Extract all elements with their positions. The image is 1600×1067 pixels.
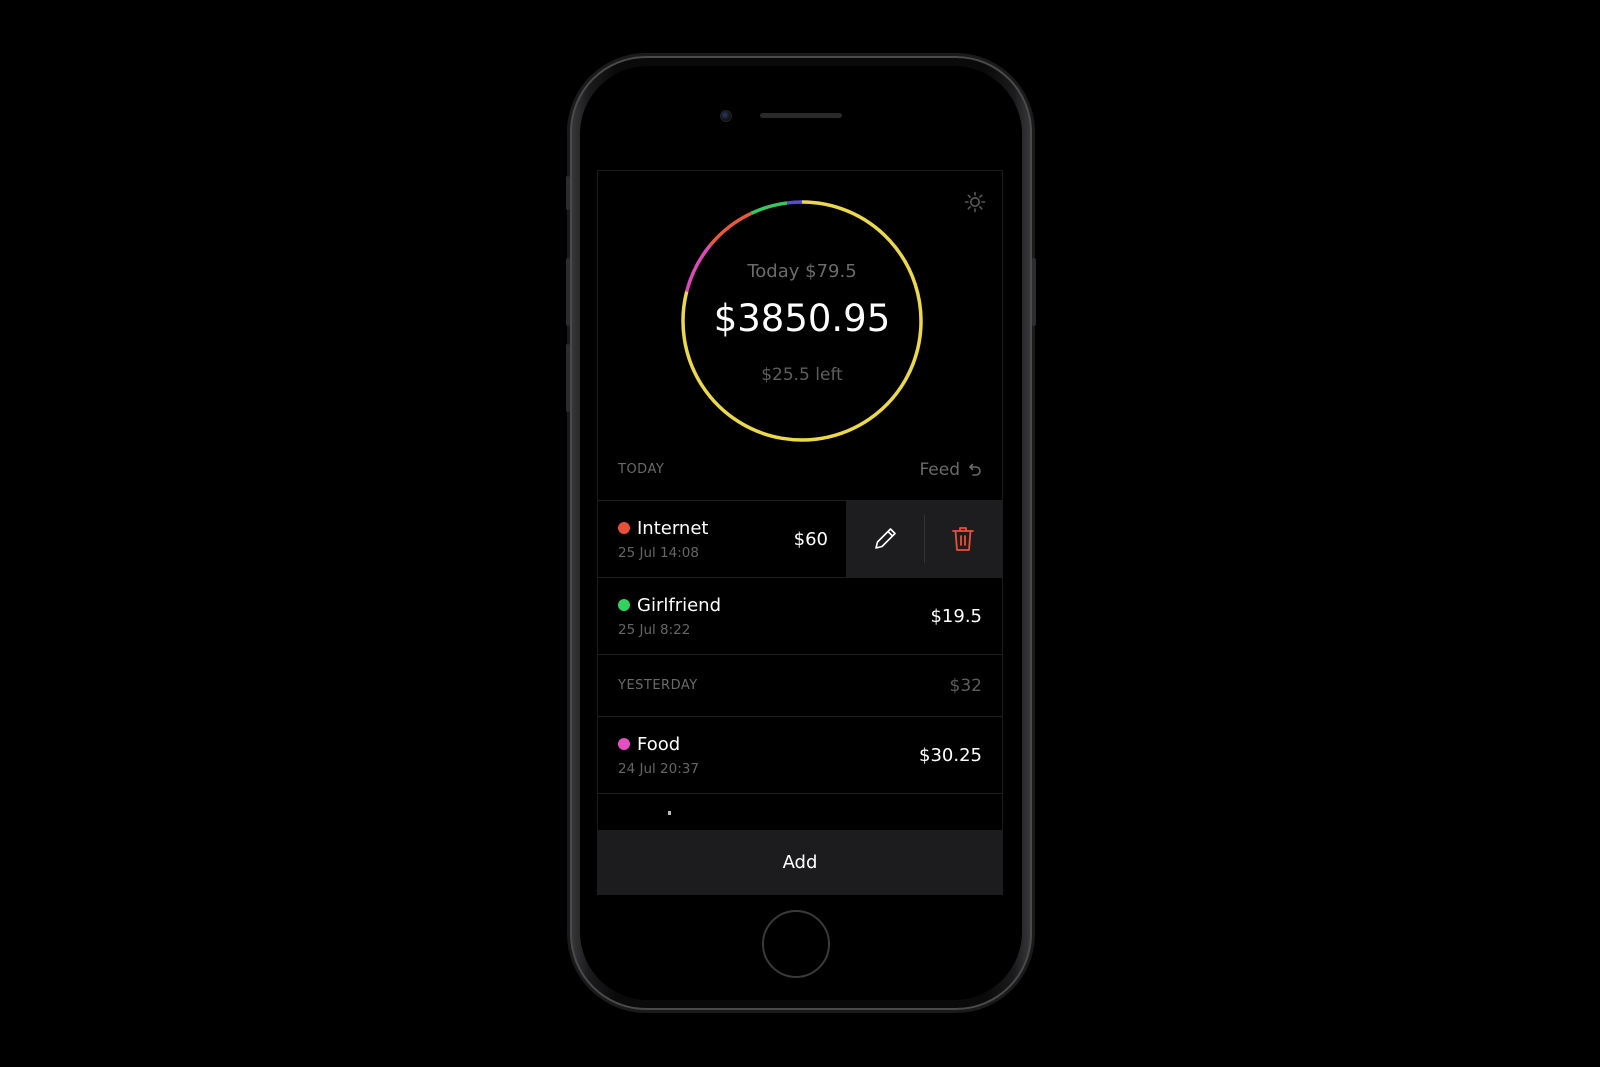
- ring-segment: [750, 201, 788, 215]
- feed-button[interactable]: Feed: [919, 460, 982, 480]
- section-total-yesterday: $32: [949, 675, 982, 696]
- expense-row-girlfriend[interactable]: Girlfriend 25 Jul 8:22 $19.5: [598, 578, 1002, 655]
- partial-row-glyph: [668, 811, 671, 815]
- expense-row-internet[interactable]: Internet 25 Jul 14:08 $60: [598, 501, 1002, 578]
- app-screen: Today $79.5 $3850.95 $25.5 left TODAY Fe…: [597, 170, 1003, 895]
- expense-amount: $19.5: [930, 605, 982, 627]
- earpiece-speaker: [760, 113, 842, 118]
- expense-date: 25 Jul 14:08: [618, 544, 699, 561]
- ring-segment: [786, 200, 803, 205]
- section-header-yesterday: YESTERDAY $32: [598, 655, 1002, 717]
- expense-name-label: Internet: [637, 517, 709, 539]
- ring-segment: [708, 211, 753, 247]
- edit-button[interactable]: [846, 501, 924, 577]
- add-button-label: Add: [782, 851, 818, 873]
- category-color-dot: [618, 522, 630, 534]
- expense-info: Internet 25 Jul 14:08: [618, 518, 708, 561]
- remaining-budget-label: $25.5 left: [761, 365, 843, 385]
- category-color-dot: [618, 599, 630, 611]
- swipe-actions: [846, 501, 1002, 577]
- expense-amount: $30.25: [919, 744, 982, 766]
- volume-up-button: [566, 258, 570, 326]
- feed-label: Feed: [919, 459, 960, 480]
- volume-down-button: [566, 344, 570, 412]
- expense-name-label: Girlfriend: [637, 594, 721, 616]
- expense-info: Food 24 Jul 20:37: [618, 734, 699, 777]
- total-balance: $3850.95: [713, 297, 891, 340]
- expense-amount: $60: [793, 528, 828, 550]
- expense-date: 24 Jul 20:37: [618, 760, 699, 777]
- expense-row-content: Girlfriend 25 Jul 8:22 $19.5: [598, 578, 1002, 654]
- home-button[interactable]: [762, 910, 830, 978]
- expense-row-content: Food 24 Jul 20:37 $30.25: [598, 717, 1002, 793]
- expense-name: Food: [618, 734, 699, 755]
- expense-row-content: Internet 25 Jul 14:08 $60: [598, 501, 848, 577]
- expense-info: Girlfriend 25 Jul 8:22: [618, 595, 721, 638]
- category-color-dot: [618, 738, 630, 750]
- expense-row-food[interactable]: Food 24 Jul 20:37 $30.25: [598, 717, 1002, 794]
- power-button: [1032, 258, 1036, 326]
- section-title-today: TODAY: [618, 462, 665, 477]
- today-spent-label: Today $79.5: [747, 261, 857, 282]
- stage: Today $79.5 $3850.95 $25.5 left TODAY Fe…: [0, 0, 1600, 1067]
- expense-date: 25 Jul 8:22: [618, 621, 691, 638]
- front-camera: [720, 110, 732, 122]
- delete-button[interactable]: [925, 501, 1003, 577]
- expense-name: Girlfriend: [618, 595, 721, 616]
- mute-switch: [566, 176, 570, 210]
- pencil-icon: [874, 528, 896, 549]
- trash-icon: [952, 527, 975, 551]
- undo-arrow-icon: [969, 463, 981, 476]
- section-title-yesterday: YESTERDAY: [618, 678, 698, 693]
- expense-name: Internet: [618, 518, 708, 539]
- settings-gear-icon[interactable]: [964, 191, 986, 213]
- add-button[interactable]: Add: [598, 830, 1002, 894]
- budget-ring: Today $79.5 $3850.95 $25.5 left: [678, 197, 926, 445]
- section-header-today: TODAY Feed: [598, 439, 1002, 501]
- expense-name-label: Food: [637, 733, 681, 755]
